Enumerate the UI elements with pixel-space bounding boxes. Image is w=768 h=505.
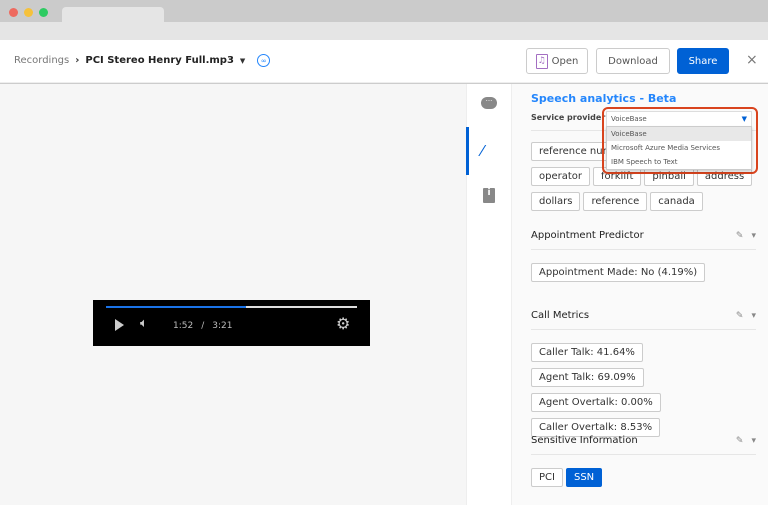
play-icon[interactable] (115, 319, 124, 331)
section-title: Call Metrics (531, 310, 590, 321)
seek-progress (106, 306, 246, 308)
keyword-tag[interactable]: canada (650, 192, 703, 211)
metric-tag: Agent Overtalk: 0.00% (531, 393, 661, 412)
comment-icon[interactable]: ··· (481, 97, 497, 109)
share-button[interactable]: Share (677, 48, 729, 74)
header: Recordings › PCI Stereo Henry Full.mp3 ▼… (0, 40, 768, 83)
maximize-window-button[interactable] (39, 8, 48, 17)
caret-down-icon: ▼ (741, 115, 747, 123)
current-time: 1:52 (173, 321, 194, 331)
minimize-window-button[interactable] (24, 8, 33, 17)
service-provider-label: Service provider (531, 113, 606, 122)
option-ibm[interactable]: IBM Speech to Text (607, 155, 751, 169)
volume-icon[interactable]: 🔈︎ (140, 316, 148, 331)
magic-wand-icon[interactable]: ⁄ (481, 142, 484, 160)
option-voicebase[interactable]: VoiceBase (607, 127, 751, 141)
provider-dropdown: VoiceBase Microsoft Azure Media Services… (606, 126, 752, 170)
panel-title: Speech analytics - Beta (531, 92, 677, 105)
download-button[interactable]: Download (596, 48, 670, 74)
active-indicator (466, 127, 469, 175)
metric-tag: Caller Talk: 41.64% (531, 343, 643, 362)
section-title: Sensitive Information (531, 435, 638, 446)
pencil-icon[interactable]: ✎ (736, 231, 744, 241)
pci-tag[interactable]: PCI (531, 468, 563, 487)
metric-tag: Appointment Made: No (4.19%) (531, 263, 706, 282)
selected-provider: VoiceBase (611, 115, 647, 123)
skills-panel: Speech analytics - Beta Service provider… (512, 84, 768, 505)
keyword-tag[interactable]: dollars (531, 192, 581, 211)
caret-down-icon[interactable]: ▼ (240, 57, 245, 65)
appointment-predictor-section: Appointment Predictor ✎ ▾ Appointment Made… (531, 230, 756, 285)
breadcrumb: Recordings › PCI Stereo Henry Full.mp3 ▼… (14, 54, 271, 67)
caret-down-icon[interactable]: ▾ (751, 311, 756, 321)
settings-gear-icon[interactable]: ⚙ (336, 314, 350, 333)
caret-down-icon[interactable]: ▾ (751, 231, 756, 241)
sidebar-rail: ··· ⁄ i (466, 84, 512, 505)
duration: 3:21 (212, 321, 233, 331)
caret-down-icon[interactable]: ▾ (751, 436, 756, 446)
call-metrics-section: Call Metrics ✎ ▾ Caller Talk: 41.64% Agent … (531, 310, 756, 440)
keyword-tag[interactable]: reference (583, 192, 648, 211)
pencil-icon[interactable]: ✎ (736, 311, 744, 321)
breadcrumb-recordings[interactable]: Recordings (14, 55, 69, 66)
close-window-button[interactable] (9, 8, 18, 17)
open-label: Open (551, 55, 579, 67)
browser-tab[interactable] (62, 7, 164, 23)
keyword-tag[interactable]: operator (531, 167, 591, 186)
ssn-tag[interactable]: SSN (565, 468, 603, 487)
open-button[interactable]: ♫ Open (526, 48, 588, 74)
chevron-right-icon: › (75, 55, 80, 66)
pencil-icon[interactable]: ✎ (736, 436, 744, 446)
metric-tag: Agent Talk: 69.09% (531, 368, 644, 387)
file-info-icon[interactable]: i (483, 188, 495, 203)
file-name[interactable]: PCI Stereo Henry Full.mp3 (85, 55, 234, 66)
service-provider-select[interactable]: VoiceBase ▼ (606, 111, 752, 127)
tab-bar (0, 22, 768, 40)
close-icon[interactable]: × (746, 52, 758, 68)
time-display: 1:52 / 3:21 (173, 321, 232, 331)
audio-file-icon: ♫ (535, 53, 548, 69)
option-azure[interactable]: Microsoft Azure Media Services (607, 141, 751, 155)
seek-bar[interactable] (106, 306, 357, 308)
time-separator: / (201, 321, 205, 331)
audio-player: 🔈︎ 1:52 / 3:21 ⚙ (93, 300, 370, 346)
browser-chrome (0, 0, 768, 40)
preview-area (0, 84, 466, 505)
sensitive-information-section: Sensitive Information ✎ ▾ PCI SSN (531, 435, 756, 490)
shared-link-icon[interactable]: ∞ (257, 54, 271, 67)
section-title: Appointment Predictor (531, 230, 644, 241)
